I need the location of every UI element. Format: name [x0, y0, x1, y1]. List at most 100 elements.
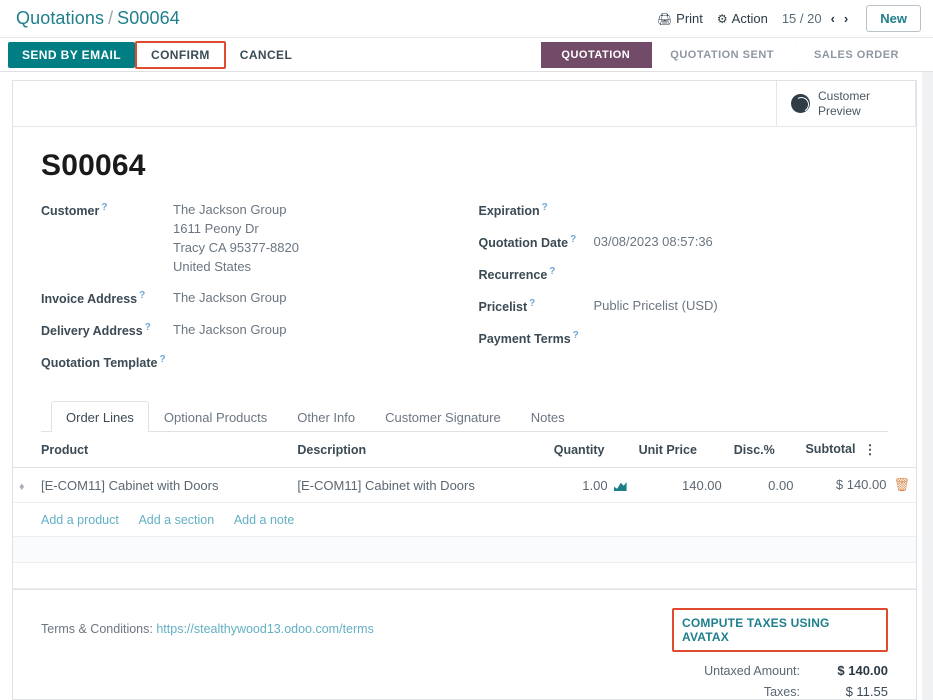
tab-other-info[interactable]: Other Info — [282, 401, 370, 432]
new-record-button[interactable]: New — [866, 5, 921, 32]
field-label-payment-terms: Payment Terms? — [479, 329, 594, 348]
drag-handle-icon[interactable]: ♦ — [19, 482, 25, 493]
record-pager: 15 / 20 ‹ › — [782, 11, 848, 26]
field-value-pricelist[interactable]: Public Pricelist (USD) — [594, 297, 718, 316]
record-sheet: Customer Preview S00064 Customer? The Ja… — [12, 80, 917, 700]
row-drag-cell: ♦ — [13, 468, 35, 503]
add-a-section-link[interactable]: Add a section — [138, 513, 214, 527]
trash-icon[interactable]: 🗑 — [893, 477, 910, 492]
breadcrumb: Quotations/S00064 — [16, 8, 180, 29]
field-delivery-address: Delivery Address? The Jackson Group — [41, 321, 465, 340]
order-lines-body: ♦ [E-COM11] Cabinet with Doors [E-COM11]… — [13, 468, 916, 589]
status-step-sales-order[interactable]: SALES ORDER — [796, 42, 921, 68]
next-record-icon[interactable]: › — [844, 11, 848, 26]
cancel-button[interactable]: CANCEL — [226, 42, 306, 68]
status-step-quotation-sent[interactable]: QUOTATION SENT — [652, 42, 796, 68]
compute-taxes-avatax-button[interactable]: COMPUTE TAXES USING AVATAX — [672, 608, 888, 652]
label-text: Expiration — [479, 204, 540, 218]
totals-block: COMPUTE TAXES USING AVATAX Untaxed Amoun… — [672, 608, 888, 700]
label-text: Quotation Template — [41, 357, 157, 371]
order-lines-head: Product Description Quantity Unit Price … — [13, 432, 916, 468]
field-label-quotation-date: Quotation Date? — [479, 233, 594, 252]
previous-record-icon[interactable]: ‹ — [831, 11, 835, 26]
help-icon[interactable]: ? — [573, 330, 579, 341]
terms-label: Terms & Conditions: — [41, 622, 153, 636]
printer-icon: 🖨 — [657, 13, 672, 25]
help-icon[interactable]: ? — [159, 354, 165, 365]
add-line-links: Add a product Add a section Add a note — [35, 503, 916, 537]
label-text: Invoice Address — [41, 293, 137, 307]
column-drag — [13, 432, 35, 468]
help-icon[interactable]: ? — [139, 290, 145, 301]
right-gutter — [922, 72, 933, 700]
help-icon[interactable]: ? — [101, 202, 107, 213]
column-subtotal[interactable]: Subtotal ⋮ — [799, 432, 916, 468]
cell-product[interactable]: [E-COM11] Cabinet with Doors — [35, 468, 291, 503]
sheet-footer: Terms & Conditions: https://stealthywood… — [13, 589, 916, 700]
breadcrumb-current: S00064 — [117, 8, 180, 28]
customer-preview-button[interactable]: Customer Preview — [776, 81, 916, 126]
page-title: S00064 — [41, 149, 888, 183]
left-field-column: Customer? The Jackson Group 1611 Peony D… — [41, 201, 465, 385]
label-text: Delivery Address — [41, 325, 143, 339]
help-icon[interactable]: ? — [549, 266, 555, 277]
label-text: Quotation Date — [479, 236, 569, 250]
column-product[interactable]: Product — [35, 432, 291, 468]
record-body: S00064 Customer? The Jackson Group 1611 … — [13, 127, 916, 432]
field-columns: Customer? The Jackson Group 1611 Peony D… — [41, 201, 888, 385]
field-value-delivery-address[interactable]: The Jackson Group — [173, 321, 286, 340]
field-label-customer: Customer? — [41, 201, 173, 220]
untaxed-amount-label: Untaxed Amount: — [704, 664, 800, 678]
tab-optional-products[interactable]: Optional Products — [149, 401, 282, 432]
order-lines-table: Product Description Quantity Unit Price … — [13, 432, 916, 589]
field-payment-terms: Payment Terms? — [479, 329, 889, 348]
action-label: Action — [732, 11, 768, 26]
help-icon[interactable]: ? — [529, 298, 535, 309]
column-subtotal-label: Subtotal — [805, 442, 855, 456]
confirm-button[interactable]: CONFIRM — [135, 41, 226, 69]
column-unit-price[interactable]: Unit Price — [633, 432, 728, 468]
cell-quantity[interactable]: 1.00 — [548, 468, 633, 503]
cell-unit-price[interactable]: 140.00 — [633, 468, 728, 503]
print-label: Print — [676, 11, 703, 26]
terms-and-conditions: Terms & Conditions: https://stealthywood… — [41, 608, 374, 700]
field-value-invoice-address[interactable]: The Jackson Group — [173, 289, 286, 308]
terms-link[interactable]: https://stealthywood13.odoo.com/terms — [156, 622, 373, 636]
column-quantity[interactable]: Quantity — [548, 432, 633, 468]
print-button[interactable]: 🖨 Print — [657, 11, 703, 26]
cell-discount[interactable]: 0.00 — [728, 468, 800, 503]
add-line-spacer — [13, 503, 35, 537]
column-discount[interactable]: Disc.% — [728, 432, 800, 468]
stat-button-box-row: Customer Preview — [13, 81, 916, 127]
cell-description[interactable]: [E-COM11] Cabinet with Doors — [291, 468, 547, 503]
field-customer: Customer? The Jackson Group 1611 Peony D… — [41, 201, 465, 276]
send-by-email-button[interactable]: SEND BY EMAIL — [8, 42, 135, 68]
filler-cell — [13, 563, 916, 589]
add-a-product-link[interactable]: Add a product — [41, 513, 119, 527]
breadcrumb-root-link[interactable]: Quotations — [16, 8, 104, 28]
sliders-icon[interactable]: ⋮ — [863, 442, 876, 458]
column-description[interactable]: Description — [291, 432, 547, 468]
status-step-quotation[interactable]: QUOTATION — [541, 42, 652, 68]
field-value-quotation-date[interactable]: 03/08/2023 08:57:36 — [594, 233, 713, 252]
field-label-delivery-address: Delivery Address? — [41, 321, 173, 340]
add-a-note-link[interactable]: Add a note — [234, 513, 294, 527]
action-menu-button[interactable]: ⚙ Action — [717, 11, 768, 26]
field-value-customer[interactable]: The Jackson Group 1611 Peony Dr Tracy CA… — [173, 201, 299, 276]
untaxed-amount-value: $ 140.00 — [810, 663, 888, 678]
tab-customer-signature[interactable]: Customer Signature — [370, 401, 516, 432]
field-label-invoice-address: Invoice Address? — [41, 289, 173, 308]
help-icon[interactable]: ? — [570, 234, 576, 245]
field-quotation-date: Quotation Date? 03/08/2023 08:57:36 — [479, 233, 889, 252]
cell-subtotal: $ 140.00 🗑 — [799, 468, 916, 503]
tab-order-lines[interactable]: Order Lines — [51, 401, 149, 432]
cell-subtotal-value: $ 140.00 — [836, 477, 887, 492]
globe-icon — [791, 94, 810, 113]
field-label-pricelist: Pricelist? — [479, 297, 594, 316]
tab-notes[interactable]: Notes — [516, 401, 580, 432]
forecast-chart-icon[interactable] — [614, 481, 627, 491]
help-icon[interactable]: ? — [542, 202, 548, 213]
table-row[interactable]: ♦ [E-COM11] Cabinet with Doors [E-COM11]… — [13, 468, 916, 503]
filler-cell — [13, 537, 916, 563]
help-icon[interactable]: ? — [145, 322, 151, 333]
